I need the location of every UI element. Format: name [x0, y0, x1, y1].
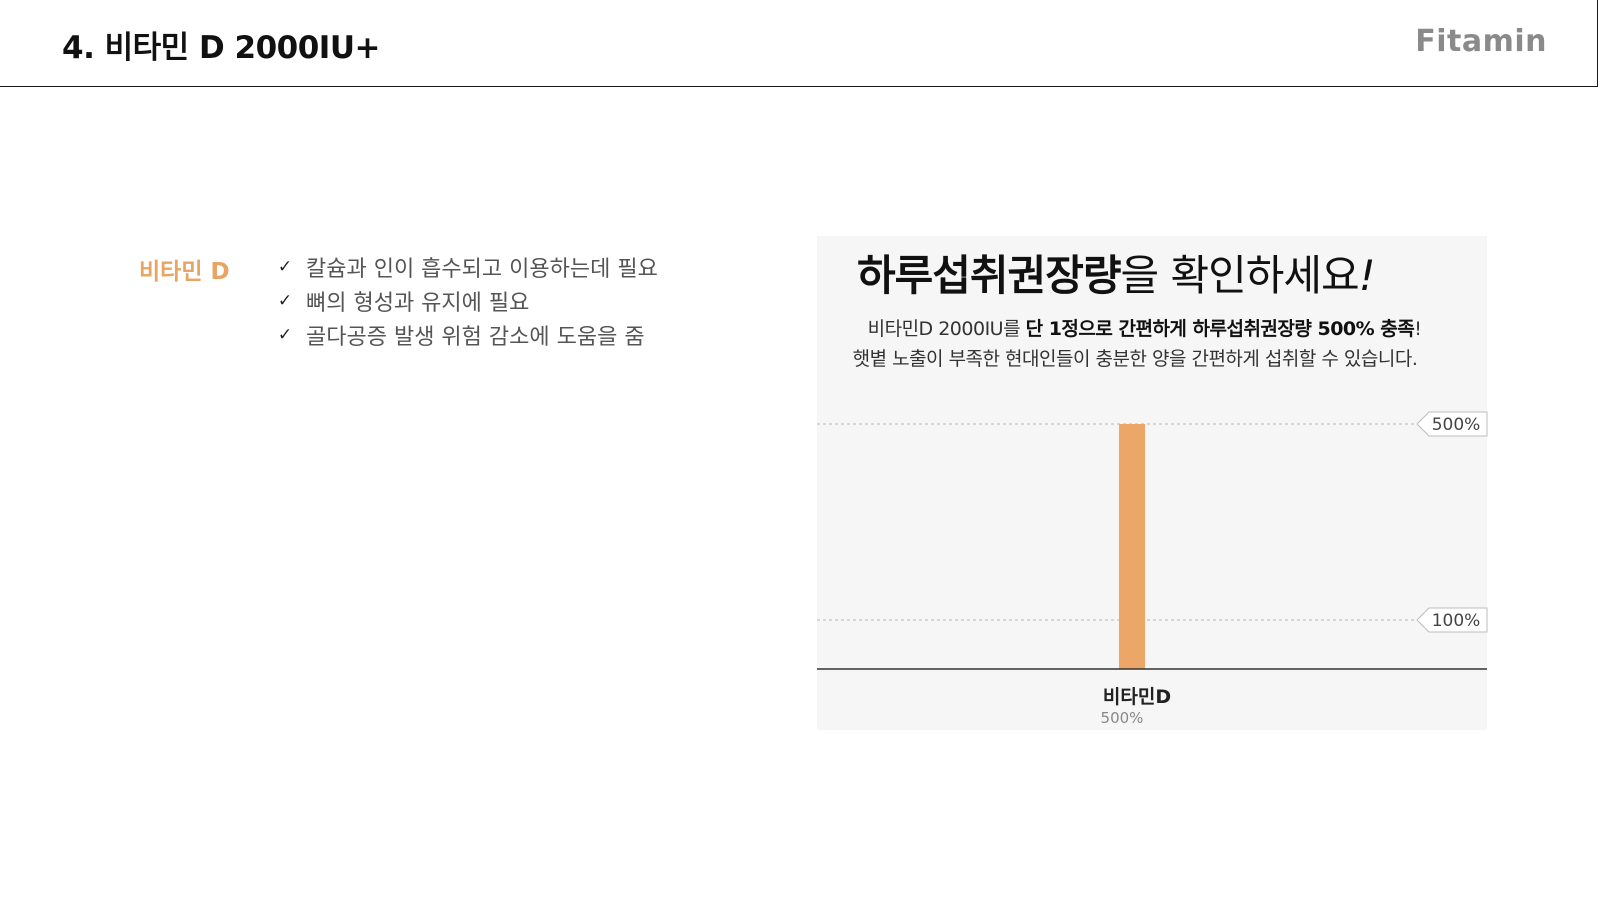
- bar: [1119, 424, 1145, 669]
- reference-label: 100%: [1432, 611, 1481, 631]
- benefit-item: ✓ 뼈의 형성과 유지에 필요: [276, 284, 658, 318]
- slide: 4. 비타민 D 2000IU+ Fitamin 비타민 D ✓ 칼슘과 인이 …: [0, 0, 1600, 900]
- reference-label: 500%: [1432, 415, 1481, 435]
- check-icon: ✓: [277, 325, 293, 345]
- check-icon: ✓: [277, 257, 293, 277]
- section-label: 비타민 D: [139, 259, 230, 285]
- chart-panel: 하루섭취권장량을 확인하세요! 비타민D 2000IU를 단 1정으로 간편하게…: [817, 236, 1488, 730]
- header-bar: 4. 비타민 D 2000IU+ Fitamin: [0, 0, 1598, 87]
- x-category-label: 비타민D: [1102, 686, 1172, 708]
- benefit-list: ✓ 칼슘과 인이 흡수되고 이용하는데 필요 ✓ 뼈의 형성과 유지에 필요 ✓…: [276, 250, 658, 352]
- benefit-text: 골다공증 발생 위험 감소에 도움을 줌: [306, 325, 645, 350]
- benefit-item: ✓ 골다공증 발생 위험 감소에 도움을 줌: [276, 318, 658, 352]
- benefit-item: ✓ 칼슘과 인이 흡수되고 이용하는데 필요: [276, 250, 658, 284]
- bar-chart: 500% 100%: [817, 411, 1488, 670]
- check-icon: ✓: [277, 291, 293, 311]
- slide-title: 4. 비타민 D 2000IU+: [62, 30, 380, 66]
- bar-value-label: 500%: [1100, 709, 1144, 727]
- brand-logo: Fitamin: [1415, 24, 1547, 59]
- benefit-text: 칼슘과 인이 흡수되고 이용하는데 필요: [306, 257, 658, 282]
- benefit-text: 뼈의 형성과 유지에 필요: [306, 291, 530, 316]
